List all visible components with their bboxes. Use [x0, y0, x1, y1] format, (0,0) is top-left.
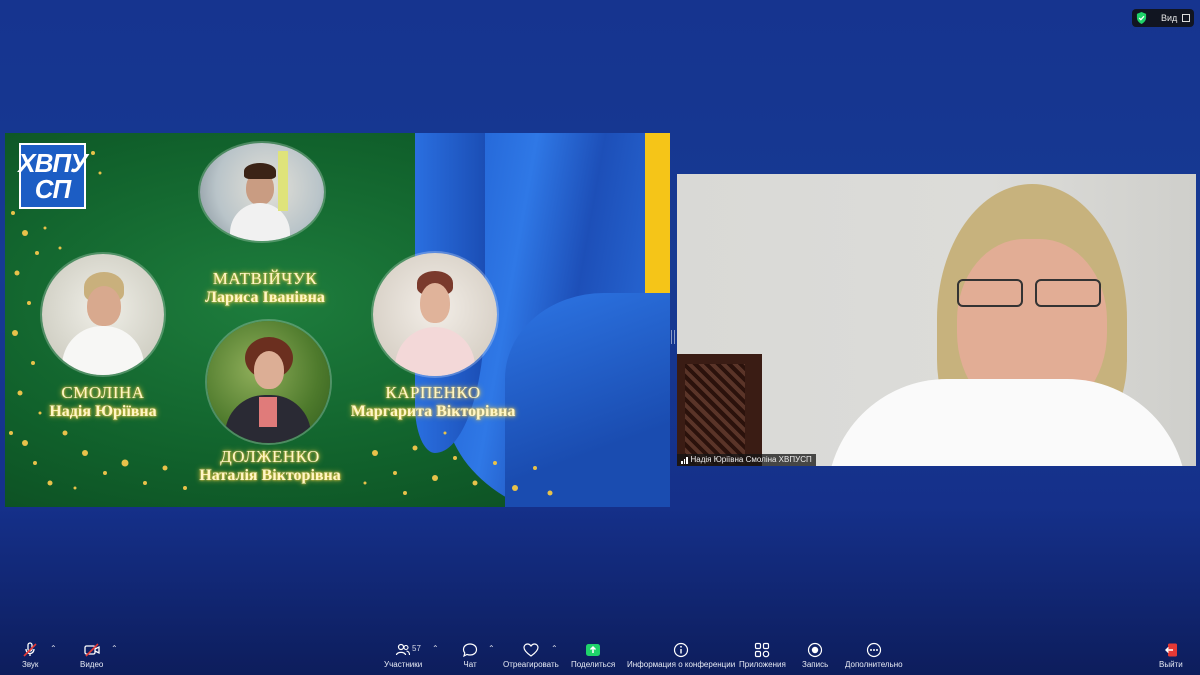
audio-label: Звук	[22, 660, 39, 669]
portrait-smolina	[42, 254, 164, 375]
video-options-caret[interactable]: ⌃	[111, 644, 118, 653]
portrait-karpenko	[373, 253, 497, 376]
record-button[interactable]: Запись	[802, 642, 828, 669]
apps-label: Приложения	[739, 660, 786, 669]
logo-line-2: СП	[34, 174, 71, 204]
person-karpenko: КАРПЕНКО Маргарита Вікторівна	[333, 383, 533, 421]
person-matviychuk: МАТВІЙЧУК Лариса Іванівна	[185, 269, 345, 307]
hvpusp-logo: ХВПУ СП	[18, 143, 88, 209]
react-options-caret[interactable]: ⌃	[551, 644, 558, 653]
leave-icon	[1164, 643, 1177, 657]
split-divider-handle[interactable]	[671, 330, 675, 344]
apps-button[interactable]: Приложения	[739, 642, 786, 669]
participants-label: Участники	[384, 660, 423, 669]
chat-label: Чат	[463, 660, 477, 669]
share-screen-icon	[586, 644, 601, 656]
view-label: Вид	[1161, 13, 1178, 23]
person-smolina: СМОЛІНА Надія Юріївна	[23, 383, 183, 421]
record-label: Запись	[802, 660, 829, 669]
participant-name: Надія Юріївна Смоліна ХВПУСП	[690, 455, 812, 464]
shared-screen-slide: ХВПУ СП МАТВІЙЧУК Лариса Іванівна СМОЛІН…	[5, 133, 670, 507]
glasses	[957, 279, 1107, 307]
share-label: Поделиться	[571, 660, 616, 669]
chat-button[interactable]: Чат	[462, 642, 478, 669]
apps-icon	[755, 642, 770, 658]
leave-button[interactable]: Выйти	[1159, 642, 1183, 669]
signal-strength-icon	[681, 456, 688, 464]
meeting-toolbar: Звук ⌃ Видео ⌃ Участники 57 ⌃ Чат ⌃ Отре…	[0, 638, 1200, 675]
portrait-matviychuk	[200, 143, 324, 241]
given-name-label: Наталія Вікторівна	[199, 467, 341, 484]
surname-label: СМОЛІНА	[61, 383, 145, 402]
meeting-info-button[interactable]: Информация о конференции	[627, 642, 735, 669]
participant-video-tile[interactable]: Надія Юріївна Смоліна ХВПУСП	[677, 174, 1196, 466]
react-label: Отреагировать	[503, 660, 559, 669]
logo-line-1: ХВПУ	[18, 148, 87, 178]
audio-button[interactable]: Звук	[22, 642, 38, 669]
chat-options-caret[interactable]: ⌃	[488, 644, 495, 653]
participant-name-tag: Надія Юріївна Смоліна ХВПУСП	[677, 454, 816, 466]
given-name-label: Маргарита Вікторівна	[350, 403, 516, 420]
surname-label: МАТВІЙЧУК	[212, 269, 318, 288]
chair-pattern	[685, 364, 745, 464]
portrait-dolzhenko	[207, 321, 330, 443]
share-screen-button[interactable]: Поделиться	[571, 642, 615, 669]
record-icon	[808, 642, 823, 658]
view-control[interactable]: Вид	[1132, 9, 1194, 27]
participants-options-caret[interactable]: ⌃	[432, 644, 439, 653]
person-shirt	[827, 379, 1187, 466]
given-name-label: Лариса Іванівна	[205, 289, 325, 306]
info-icon	[673, 642, 689, 658]
shield-check-icon	[1136, 12, 1147, 24]
more-dots-icon	[866, 642, 881, 658]
video-off-icon	[84, 643, 100, 657]
video-label: Видео	[80, 660, 104, 669]
heart-icon	[523, 643, 539, 657]
given-name-label: Надія Юріївна	[49, 403, 157, 420]
muted-microphone-icon	[23, 642, 37, 657]
video-button[interactable]: Видео	[80, 642, 103, 669]
participants-count: 57	[412, 644, 421, 653]
chat-bubble-icon	[462, 643, 478, 658]
meeting-info-label: Информация о конференции	[627, 660, 736, 669]
participants-icon	[396, 643, 411, 656]
person-dolzhenko: ДОЛЖЕНКО Наталія Вікторівна	[175, 447, 365, 485]
audio-options-caret[interactable]: ⌃	[50, 644, 57, 653]
more-button[interactable]: Дополнительно	[845, 642, 903, 669]
view-layout-icon	[1182, 14, 1190, 22]
leave-label: Выйти	[1159, 660, 1183, 669]
surname-label: ДОЛЖЕНКО	[220, 447, 320, 466]
surname-label: КАРПЕНКО	[385, 383, 481, 402]
more-label: Дополнительно	[845, 660, 903, 669]
